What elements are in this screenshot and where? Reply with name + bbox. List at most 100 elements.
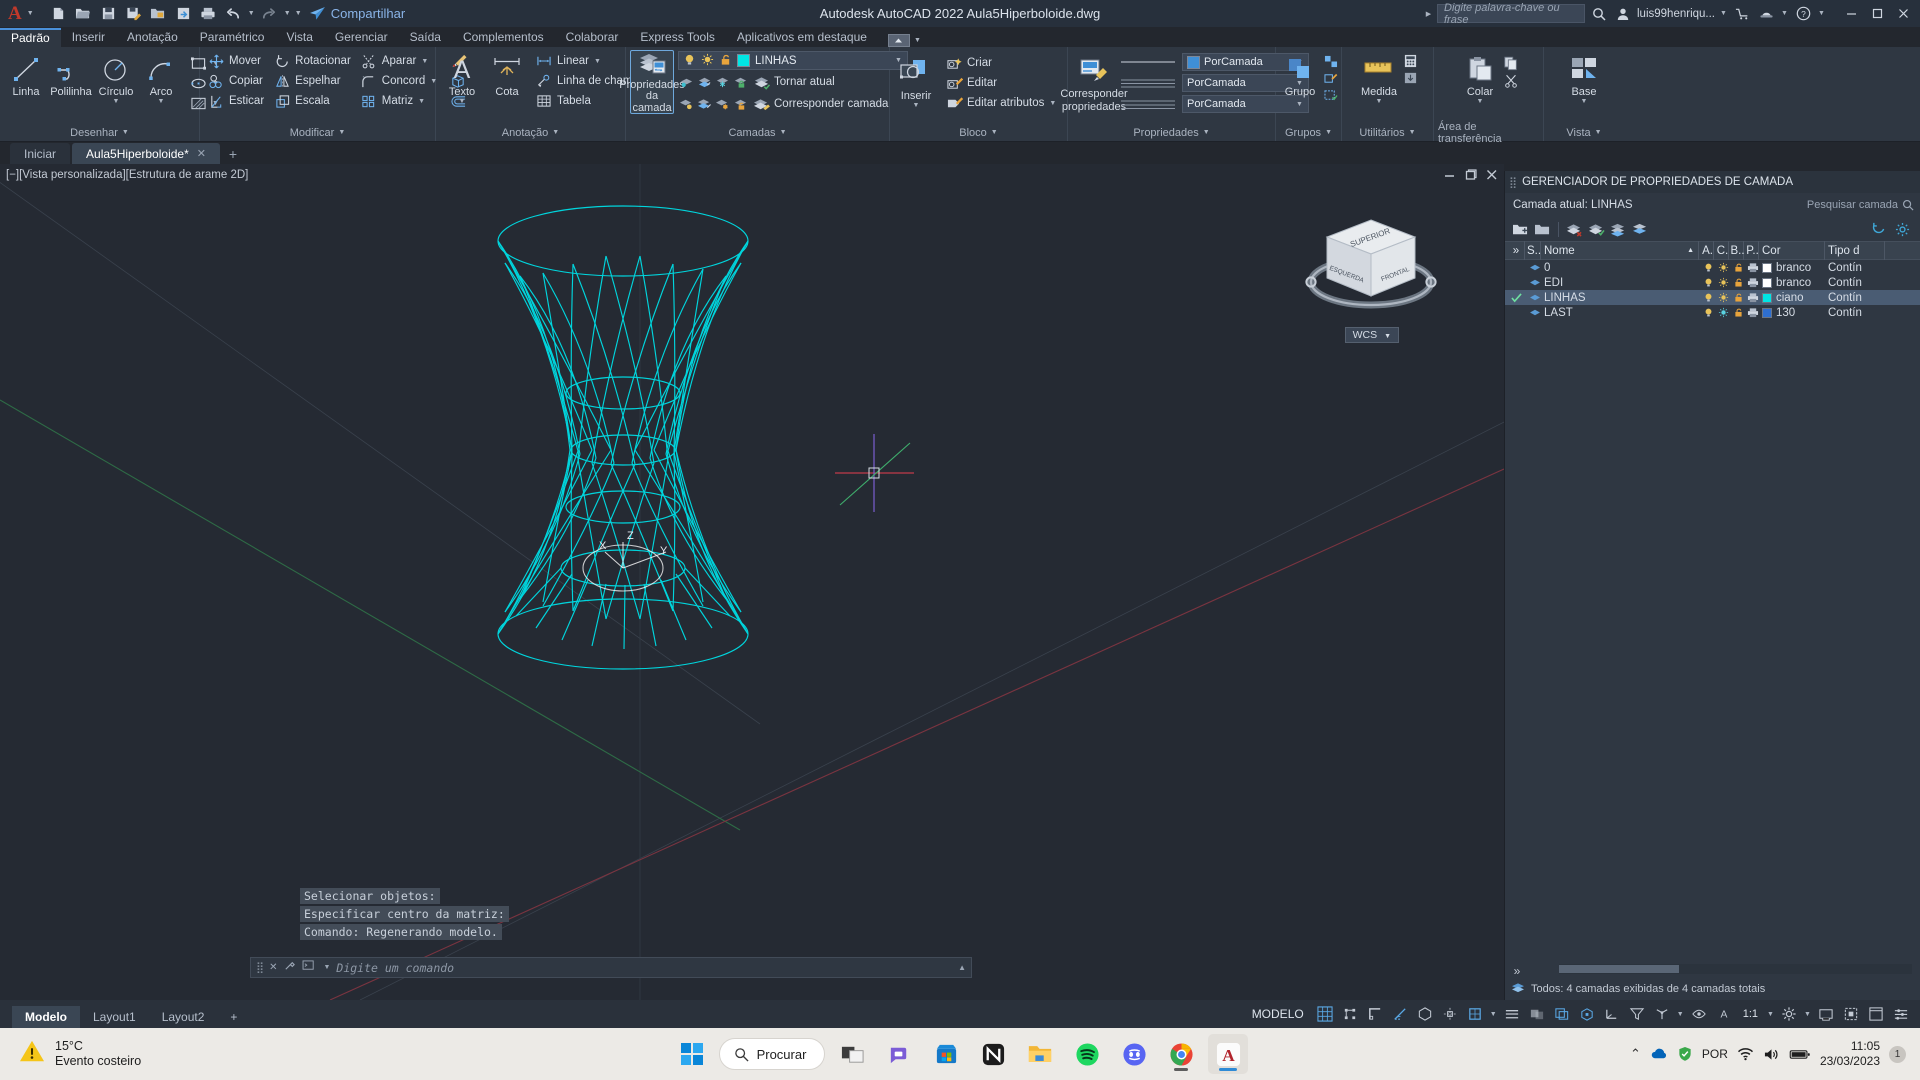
save-button[interactable] [97, 3, 120, 25]
command-line-chevron-icon[interactable]: ▼ [323, 964, 330, 971]
measure-dropdown-icon[interactable]: ▼ [1374, 98, 1383, 105]
command-input[interactable] [336, 960, 953, 975]
share-button[interactable]: Compartilhar [309, 6, 405, 21]
layer-unlock-icon[interactable] [719, 53, 732, 69]
layer-isolate-icon[interactable] [678, 74, 694, 90]
tool-matriz[interactable]: Matriz ▼ [357, 91, 441, 111]
new-layer-vp-frozen-icon[interactable] [1533, 220, 1552, 239]
layer-color-cell[interactable]: branco [1759, 275, 1825, 290]
task-view-icon[interactable] [832, 1034, 872, 1074]
ribbon-tab-vista[interactable]: Vista [275, 28, 323, 47]
delete-layer-icon[interactable] [1565, 220, 1584, 239]
save-as-button[interactable] [122, 3, 145, 25]
tool-propriedades-da-camada[interactable]: Propriedades da camada [619, 50, 685, 114]
open-from-web-button[interactable] [147, 3, 170, 25]
doctab-iniciar[interactable]: Iniciar [10, 143, 71, 164]
layer-on-icon[interactable] [1699, 305, 1714, 320]
command-line-customize-icon[interactable] [283, 959, 296, 977]
layer-thaw-icon[interactable] [1714, 260, 1729, 275]
linear-dropdown-icon[interactable]: ▼ [593, 58, 602, 65]
paste-dropdown-icon[interactable]: ▼ [1476, 98, 1485, 105]
command-line[interactable]: ⣿ ✕ ▼ ▲ [250, 957, 972, 978]
tool-concordancia[interactable]: Concord ▼ [357, 71, 441, 91]
viewcube[interactable]: SUPERIOR ESQUERDA FRONTAL [1299, 204, 1449, 324]
refresh-icon[interactable] [1869, 220, 1888, 239]
tool-inserir-bloco[interactable]: Inserir ▼ [894, 51, 938, 111]
windows-start-icon[interactable] [672, 1034, 712, 1074]
search-expand-icon[interactable]: ▶ [1424, 10, 1433, 18]
nvidia-app-icon[interactable] [973, 1034, 1013, 1074]
column-linetype[interactable]: Tipo d [1825, 241, 1885, 260]
layer-name[interactable]: LAST [1541, 305, 1699, 320]
ribbon-tab-parametrico[interactable]: Paramétrico [189, 28, 276, 47]
row-check-3[interactable] [1505, 305, 1525, 320]
object-snap-tracking-icon[interactable] [1439, 1003, 1461, 1025]
hardware-accel-icon[interactable] [1815, 1003, 1837, 1025]
layer-filter-icon[interactable] [1631, 220, 1650, 239]
tool-arco[interactable]: Arco ▼ [139, 51, 183, 107]
undo-dropdown-icon[interactable]: ▼ [247, 10, 256, 17]
layer-plot-icon[interactable] [1744, 260, 1759, 275]
panel-title-vista[interactable]: Vista ▼ [1548, 124, 1620, 141]
layer-color-cell[interactable]: ciano [1759, 290, 1825, 305]
viewport-controls-label[interactable]: [−][Vista personalizada][Estrutura de ar… [6, 169, 248, 181]
column-lock[interactable]: B.. [1729, 241, 1745, 260]
selection-filter-icon[interactable] [1626, 1003, 1648, 1025]
layer-freeze-icon[interactable] [714, 74, 730, 90]
layer-on-bulb-icon[interactable] [683, 53, 696, 69]
tool-medida[interactable]: Medida ▼ [1357, 51, 1401, 107]
layer-states-icon[interactable] [1609, 220, 1628, 239]
layer-unisolate-icon[interactable] [696, 74, 712, 90]
ribbon-tab-complementos[interactable]: Complementos [452, 28, 555, 47]
tool-colar[interactable]: Colar ▼ [1458, 51, 1502, 107]
set-current-layer-icon[interactable] [1587, 220, 1606, 239]
layer-search-box[interactable]: Pesquisar camada [1807, 199, 1914, 211]
tool-aparar[interactable]: Aparar ▼ [357, 51, 441, 71]
layer-unlock-icon[interactable] [1729, 305, 1744, 320]
expand-filters-button[interactable]: » [1505, 241, 1525, 260]
annotation-visibility-icon[interactable] [1688, 1003, 1710, 1025]
stay-connected-icon[interactable] [1756, 4, 1776, 24]
panel-title-camadas[interactable]: Camadas ▼ [630, 124, 885, 141]
tool-mover[interactable]: Mover [204, 51, 267, 71]
username-label[interactable]: luis99henriqu... [1637, 8, 1715, 20]
table-row[interactable]: LAST 130 Contín [1505, 305, 1920, 320]
3d-object-snap-icon[interactable] [1576, 1003, 1598, 1025]
layer-lock-icon[interactable] [732, 74, 748, 90]
new-file-button[interactable] [47, 3, 70, 25]
selection-cycling-icon[interactable] [1551, 1003, 1573, 1025]
qat-customize-icon[interactable]: ▼ [294, 10, 303, 17]
autocad-a-logo[interactable]: A [6, 4, 24, 23]
group-edit-icon[interactable] [1323, 70, 1339, 86]
column-plot[interactable]: P.. [1744, 241, 1759, 260]
user-account-icon[interactable] [1613, 4, 1633, 24]
plot-button[interactable] [197, 3, 220, 25]
layer-thaw-icon[interactable] [1714, 290, 1729, 305]
help-icon[interactable]: ? [1793, 4, 1813, 24]
trim-dropdown-icon[interactable]: ▼ [420, 58, 429, 65]
column-color[interactable]: Cor [1759, 241, 1825, 260]
snap-mode-icon[interactable] [1339, 1003, 1361, 1025]
base-dropdown-icon[interactable]: ▼ [1580, 98, 1589, 105]
google-chrome-icon[interactable] [1161, 1034, 1201, 1074]
layer-plot-icon[interactable] [1744, 305, 1759, 320]
help-chevron-icon[interactable]: ▼ [1817, 10, 1826, 17]
layer-linetype[interactable]: Contín [1825, 290, 1885, 305]
redo-button[interactable] [258, 3, 281, 25]
undo-button[interactable] [222, 3, 245, 25]
layer-linetype[interactable]: Contín [1825, 305, 1885, 320]
ribbon-tab-express-tools[interactable]: Express Tools [629, 28, 725, 47]
circle-dropdown-icon[interactable]: ▼ [112, 98, 121, 105]
layout-tab-layout2[interactable]: Layout2 [149, 1006, 218, 1028]
app-menu-chevron-icon[interactable]: ▼ [26, 10, 35, 17]
ungroup-icon[interactable] [1323, 53, 1339, 69]
ribbon-tab-aplicativos[interactable]: Aplicativos em destaque [726, 28, 878, 47]
autodesk-app-store-icon[interactable] [1732, 4, 1752, 24]
transparency-icon[interactable] [1526, 1003, 1548, 1025]
column-on[interactable]: A. [1699, 241, 1714, 260]
layer-linetype[interactable]: Contín [1825, 275, 1885, 290]
lineweight-icon[interactable] [1501, 1003, 1523, 1025]
microsoft-store-icon[interactable] [926, 1034, 966, 1074]
search-icon[interactable] [1589, 4, 1609, 24]
tool-espelhar[interactable]: Espelhar [270, 71, 354, 91]
